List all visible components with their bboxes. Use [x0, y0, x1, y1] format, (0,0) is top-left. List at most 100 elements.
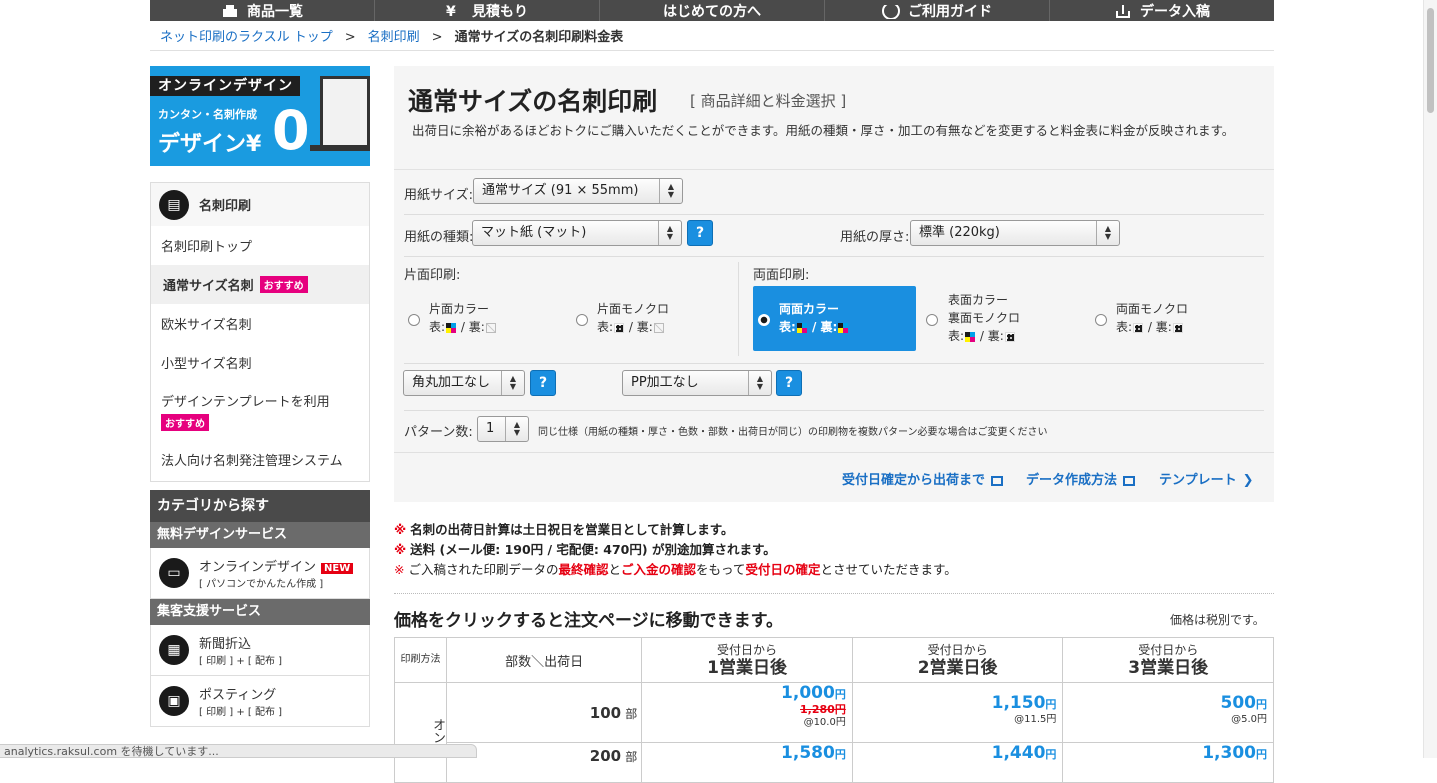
price-cell[interactable]: 1,580円: [641, 742, 853, 783]
both-mono-option[interactable]: 両面モノクロ 表: / 裏:: [1116, 300, 1188, 336]
table-row: オンデ 100 部 1,000円 1,280円 @10.0円 1,150円 @11.5…: [394, 682, 1274, 783]
color-icon: [838, 322, 849, 333]
page-scrollbar[interactable]: [1423, 0, 1437, 758]
paper-thickness-select[interactable]: 標準 (220kg) ▲ ▼: [910, 220, 1120, 246]
single-color-radio[interactable]: [408, 314, 420, 326]
side-menu-item-corporate[interactable]: 法人向け名刺発注管理システム: [151, 440, 369, 479]
new-badge: NEW: [321, 563, 354, 574]
corner-help-button[interactable]: ?: [530, 370, 556, 396]
double-side-label: 両面印刷:: [753, 268, 810, 283]
row-method: オンデ: [394, 682, 447, 783]
nav-estimate[interactable]: ¥ 見積もり: [375, 0, 600, 21]
single-mono-radio[interactable]: [576, 314, 588, 326]
pattern-count-select[interactable]: 1 ▲ ▼: [477, 416, 529, 442]
breadcrumb-current: 通常サイズの名刺印刷料金表: [454, 30, 624, 45]
breadcrumb-home-link[interactable]: ネット印刷のラクスル トップ: [160, 30, 333, 45]
top-navigation: 商品一覧 ¥ 見積もり はじめての方へ ご利用ガイド データ入稿: [150, 0, 1274, 21]
chevron-down-icon: ❯: [1242, 473, 1254, 488]
laptop-icon: ▭: [159, 558, 189, 588]
paper-thickness-label: 用紙の厚さ:: [840, 230, 910, 245]
card-icon: ▤: [159, 189, 189, 220]
front-color-back-mono-option[interactable]: 表面カラー 裏面モノクロ 表: / 裏:: [948, 291, 1020, 345]
side-menu-item-normal-size[interactable]: 通常サイズ名刺 おすすめ: [151, 265, 369, 304]
front-color-back-mono-radio[interactable]: [926, 314, 938, 326]
select-arrows-icon: ▲ ▼: [658, 221, 681, 245]
paper-size-select[interactable]: 通常サイズ (91 × 55mm) ▲ ▼: [473, 178, 683, 204]
pp-processing-select[interactable]: PP加工なし ▲ ▼: [622, 370, 772, 396]
category-header: カテゴリから探す: [150, 490, 370, 522]
newspaper-icon: ▦: [159, 635, 189, 665]
online-design-banner[interactable]: オンラインデザイン カンタン・名刺作成 デザイン¥ 0: [150, 66, 370, 166]
free-design-subheader: 無料デザインサービス: [150, 522, 370, 548]
nav-products[interactable]: 商品一覧: [150, 0, 375, 21]
breadcrumb-divider: [150, 50, 1274, 51]
price-cell[interactable]: 1,300円: [1062, 742, 1274, 783]
price-cell[interactable]: 1,440円: [851, 742, 1064, 783]
divider: [394, 452, 1274, 453]
corner-processing-select[interactable]: 角丸加工なし ▲ ▼: [403, 370, 525, 396]
side-menu-item-western-size[interactable]: 欧米サイズ名刺: [151, 304, 369, 343]
paper-size-label: 用紙サイズ:: [404, 188, 473, 203]
divider: [404, 410, 1264, 411]
side-menu-item-template[interactable]: デザインテンプレートを利用 おすすめ: [151, 382, 369, 440]
paper-type-help-button[interactable]: ?: [687, 220, 713, 246]
laptop-illustration: [320, 76, 370, 145]
banner-line1: カンタン・名刺作成: [158, 108, 257, 121]
note-ship-date: ※ 名刺の出荷日計算は土日祝日を営業日として計算します。: [394, 522, 734, 537]
col-print-method: 印刷方法: [394, 637, 447, 683]
pp-help-button[interactable]: ?: [776, 370, 802, 396]
mono-icon: [1172, 322, 1183, 333]
both-color-option[interactable]: 両面カラー 表: / 裏:: [779, 300, 849, 336]
scrollbar-thumb[interactable]: [1427, 8, 1434, 113]
side-menu: ▤ 名刺印刷 名刺印刷トップ 通常サイズ名刺 おすすめ 欧米サイズ名刺 小型サイズ…: [150, 182, 370, 482]
divider: [404, 363, 1264, 364]
page-subtitle: [ 商品詳細と料金選択 ]: [690, 92, 847, 110]
paper-type-label: 用紙の種類:: [404, 230, 474, 245]
yen-icon: ¥: [446, 4, 456, 20]
external-window-icon: [991, 475, 1004, 486]
both-color-radio[interactable]: [758, 314, 770, 326]
breadcrumb: ネット印刷のラクスル トップ > 名刺印刷 > 通常サイズの名刺印刷料金表: [160, 30, 624, 45]
single-mono-option[interactable]: 片面モノクロ 表: / 裏:: [597, 300, 669, 336]
price-cell[interactable]: 1,150円 @11.5円: [851, 682, 1064, 743]
category-panel: カテゴリから探す 無料デザインサービス ▭ オンラインデザイン NEW [ パソコ…: [150, 490, 370, 740]
paper-type-select[interactable]: マット紙 (マット) ▲ ▼: [472, 220, 682, 246]
recommend-badge: おすすめ: [161, 414, 209, 431]
category-posting[interactable]: ▣ ポスティング [ 印刷 ] + [ 配布 ]: [150, 676, 370, 727]
divider: [404, 256, 1264, 257]
page-title: 通常サイズの名刺印刷: [408, 87, 658, 116]
price-cell[interactable]: 500円 @5.0円: [1062, 682, 1274, 743]
blank-icon: [485, 322, 496, 333]
price-cell[interactable]: 1,000円 1,280円 @10.0円: [641, 682, 853, 743]
nav-beginners[interactable]: はじめての方へ: [600, 0, 825, 21]
side-menu-item-small-size[interactable]: 小型サイズ名刺: [151, 343, 369, 382]
single-color-option[interactable]: 片面カラー 表: / 裏:: [429, 300, 497, 336]
category-newspaper[interactable]: ▦ 新聞折込 [ 印刷 ] + [ 配布 ]: [150, 625, 370, 676]
marketing-subheader: 集客支援サービス: [150, 599, 370, 625]
color-icon: [965, 331, 976, 342]
mailbox-icon: ▣: [159, 686, 189, 716]
dotted-divider: [394, 593, 1274, 594]
side-menu-header[interactable]: ▤ 名刺印刷: [151, 183, 369, 226]
printer-icon: [221, 5, 239, 19]
nav-guide[interactable]: ご利用ガイド: [825, 0, 1050, 21]
qty-cell: 100 部: [445, 682, 643, 743]
price-table-heading: 価格をクリックすると注文ページに移動できます。: [394, 611, 783, 631]
data-creation-link[interactable]: データ作成方法: [1026, 469, 1136, 488]
both-mono-radio[interactable]: [1095, 314, 1107, 326]
note-confirmation: ※ ご入稿された印刷データの最終確認とご入金の確認をもって受付日の確定とさせていた…: [394, 562, 957, 577]
side-menu-item-top[interactable]: 名刺印刷トップ: [151, 226, 369, 265]
category-online-design[interactable]: ▭ オンラインデザイン NEW [ パソコンでかんたん作成 ]: [150, 548, 370, 599]
breadcrumb-meishi-link[interactable]: 名刺印刷: [368, 30, 420, 45]
color-icon: [796, 322, 807, 333]
nav-data-upload[interactable]: データ入稿: [1050, 0, 1274, 21]
table-row: 200 部 1,580円 1,440円 1,300円: [395, 742, 1274, 783]
ship-schedule-link[interactable]: 受付日確定から出荷まで: [842, 469, 1004, 488]
col-quantity: 部数＼出荷日: [445, 637, 643, 683]
template-link[interactable]: テンプレート ❯: [1159, 469, 1254, 488]
mono-icon: [614, 322, 625, 333]
tax-note: 価格は税別です。: [1170, 613, 1265, 627]
color-icon: [446, 322, 457, 333]
recommend-badge: おすすめ: [259, 276, 308, 293]
page-description: 出荷日に余裕があるほどおトクにご購入いただくことができます。用紙の種類・厚さ・加…: [412, 123, 1235, 138]
